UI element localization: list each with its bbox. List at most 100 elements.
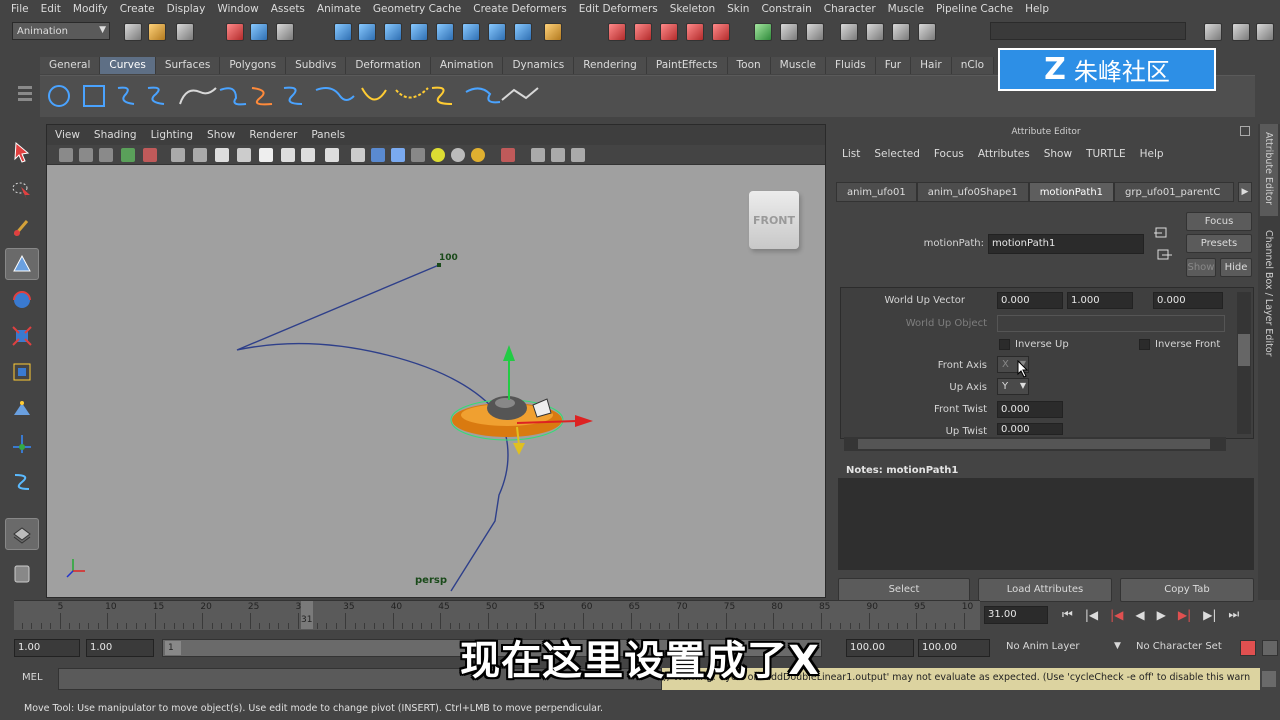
world-up-vector-y-field[interactable]: 1.000 bbox=[1067, 292, 1133, 309]
tool-settings-toggle-icon[interactable] bbox=[892, 23, 910, 41]
image-plane-icon[interactable] bbox=[99, 148, 113, 162]
channel-box-toggle-icon[interactable] bbox=[840, 23, 858, 41]
viewport-menu-panels[interactable]: Panels bbox=[311, 129, 359, 141]
select-tool-icon[interactable] bbox=[5, 136, 39, 168]
shelf-tab-toon[interactable]: Toon bbox=[727, 57, 771, 74]
play-forward-icon[interactable]: ▶ bbox=[1157, 608, 1166, 622]
viewport-menu-show[interactable]: Show bbox=[207, 129, 249, 141]
open-scene-icon[interactable] bbox=[148, 23, 166, 41]
viewport-menu-view[interactable]: View bbox=[55, 129, 94, 141]
select-by-name-icon[interactable] bbox=[806, 23, 824, 41]
outliner-icon[interactable] bbox=[1232, 23, 1250, 41]
gold-sphere-icon[interactable] bbox=[471, 148, 485, 162]
menu-set-dropdown[interactable]: Animation ▼ bbox=[12, 22, 110, 40]
front-twist-field[interactable]: 0.000 bbox=[997, 401, 1063, 418]
load-attributes-button[interactable]: Load Attributes bbox=[978, 578, 1112, 602]
shelf-tab-surfaces[interactable]: Surfaces bbox=[155, 57, 221, 74]
ae-menu-show[interactable]: Show bbox=[1044, 148, 1086, 160]
attribute-editor-toggle-icon[interactable] bbox=[866, 23, 884, 41]
ae-menu-help[interactable]: Help bbox=[1140, 148, 1178, 160]
isolate-select-icon[interactable] bbox=[325, 148, 339, 162]
notes-field[interactable] bbox=[838, 478, 1254, 570]
hide-button[interactable]: Hide bbox=[1220, 258, 1252, 277]
world-up-vector-x-field[interactable]: 0.000 bbox=[997, 292, 1063, 309]
node-tab-motionpath1[interactable]: motionPath1 bbox=[1028, 182, 1115, 202]
ae-menu-focus[interactable]: Focus bbox=[934, 148, 978, 160]
world-up-vector-z-field[interactable]: 0.000 bbox=[1153, 292, 1223, 309]
menu-muscle[interactable]: Muscle bbox=[883, 3, 931, 15]
presets-button[interactable]: Presets bbox=[1186, 234, 1252, 253]
select-object-icon[interactable] bbox=[250, 23, 268, 41]
menu-create-deformers[interactable]: Create Deformers bbox=[468, 3, 574, 15]
ae-menu-attributes[interactable]: Attributes bbox=[978, 148, 1044, 160]
ipr-render-icon[interactable] bbox=[634, 23, 652, 41]
lock-icon[interactable] bbox=[544, 23, 562, 41]
menu-geometry-cache[interactable]: Geometry Cache bbox=[368, 3, 468, 15]
viewport-menu-shading[interactable]: Shading bbox=[94, 129, 151, 141]
curve-tool-icon[interactable] bbox=[5, 466, 39, 498]
step-back-key-icon[interactable]: |◀ bbox=[1085, 608, 1098, 622]
film-gate-icon[interactable] bbox=[143, 148, 157, 162]
grid-icon[interactable] bbox=[121, 148, 135, 162]
rename-icon[interactable] bbox=[780, 23, 798, 41]
bookmark-icon[interactable] bbox=[79, 148, 93, 162]
light-bulb-icon[interactable] bbox=[431, 148, 445, 162]
universal-manipulator-icon[interactable] bbox=[5, 356, 39, 388]
shelf-tab-fluids[interactable]: Fluids bbox=[826, 57, 876, 74]
rotate-tool-icon[interactable] bbox=[5, 284, 39, 316]
menu-character[interactable]: Character bbox=[819, 3, 883, 15]
attribute-editor-side-tab[interactable]: Attribute Editor bbox=[1260, 124, 1278, 216]
layout-single-pane-icon[interactable] bbox=[5, 518, 39, 550]
node-tab-anim_ufo01[interactable]: anim_ufo01 bbox=[836, 182, 917, 202]
shelf-tab-polygons[interactable]: Polygons bbox=[220, 57, 287, 74]
select-component-icon[interactable] bbox=[276, 23, 294, 41]
menu-edit-deformers[interactable]: Edit Deformers bbox=[574, 3, 665, 15]
smooth-shade-icon[interactable] bbox=[193, 148, 207, 162]
current-time-field[interactable]: 31.00 bbox=[984, 606, 1048, 624]
node-tab-grp_ufo01_parentc[interactable]: grp_ufo01_parentC bbox=[1114, 182, 1235, 202]
paint-select-tool-icon[interactable] bbox=[5, 212, 39, 244]
shelf-tab-general[interactable]: General bbox=[40, 57, 101, 74]
up-axis-dropdown[interactable]: Y ▼ bbox=[997, 378, 1029, 395]
sphere-icon[interactable] bbox=[451, 148, 465, 162]
gate-mask-icon[interactable] bbox=[531, 148, 545, 162]
new-scene-icon[interactable] bbox=[124, 23, 142, 41]
up-twist-field[interactable]: 0.000 bbox=[997, 423, 1063, 435]
world-up-object-field[interactable] bbox=[997, 315, 1225, 332]
copy-tab-button[interactable]: Copy Tab bbox=[1120, 578, 1254, 602]
focus-output-icon[interactable] bbox=[1156, 248, 1172, 262]
shelf-tab-painteffects[interactable]: PaintEffects bbox=[646, 57, 728, 74]
curve-tools-icons[interactable] bbox=[40, 76, 560, 118]
layout-options-icon[interactable] bbox=[5, 558, 39, 590]
3d-scene[interactable]: 100 FRONT persp bbox=[47, 165, 825, 597]
viewport-menu-lighting[interactable]: Lighting bbox=[151, 129, 207, 141]
menu-edit[interactable]: Edit bbox=[36, 3, 68, 15]
menu-pipeline-cache[interactable]: Pipeline Cache bbox=[931, 3, 1020, 15]
lights-icon[interactable] bbox=[237, 148, 251, 162]
shelf-tab-deformation[interactable]: Deformation bbox=[346, 57, 431, 74]
step-back-icon[interactable]: |◀ bbox=[1110, 608, 1123, 622]
snap-grid-icon[interactable] bbox=[334, 23, 352, 41]
menu-constrain[interactable]: Constrain bbox=[756, 3, 818, 15]
menu-file[interactable]: File bbox=[6, 3, 36, 15]
time-slider[interactable]: 5101520253035404550556065707580859095103… bbox=[14, 600, 980, 630]
scrollbar-thumb[interactable] bbox=[1238, 334, 1250, 366]
select-hierarchy-icon[interactable] bbox=[226, 23, 244, 41]
select-button[interactable]: Select bbox=[838, 578, 970, 602]
shelf-options-icon[interactable] bbox=[14, 56, 36, 118]
hardware-texturing-icon[interactable] bbox=[371, 148, 385, 162]
xray-icon[interactable] bbox=[281, 148, 295, 162]
shelf-tab-animation[interactable]: Animation bbox=[430, 57, 504, 74]
menu-modify[interactable]: Modify bbox=[68, 3, 115, 15]
menu-help[interactable]: Help bbox=[1020, 3, 1056, 15]
menu-skeleton[interactable]: Skeleton bbox=[665, 3, 722, 15]
output-ops-icon[interactable] bbox=[488, 23, 506, 41]
tab-scroll-right-icon[interactable]: ▶ bbox=[1238, 182, 1252, 202]
step-forward-icon[interactable]: ▶| bbox=[1178, 608, 1191, 622]
cube-icon[interactable] bbox=[351, 148, 365, 162]
play-backward-icon[interactable]: ◀ bbox=[1135, 608, 1144, 622]
menu-skin[interactable]: Skin bbox=[722, 3, 756, 15]
safe-action-icon[interactable] bbox=[551, 148, 565, 162]
focus-button[interactable]: Focus bbox=[1186, 212, 1252, 231]
show-button[interactable]: Show bbox=[1186, 258, 1216, 277]
